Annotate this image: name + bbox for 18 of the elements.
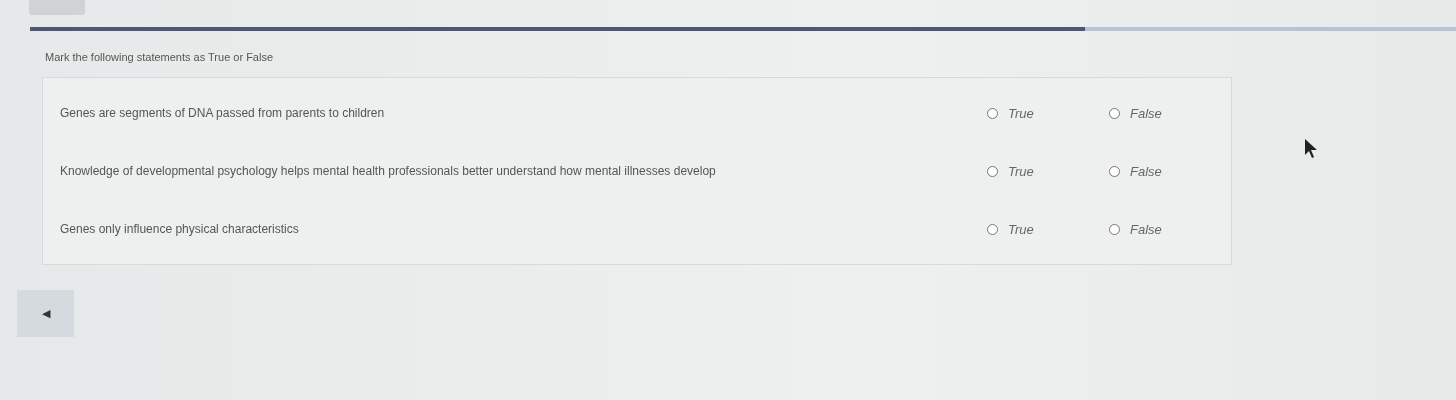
radio-option[interactable]: True bbox=[987, 163, 1109, 179]
statement-text: Genes are segments of DNA passed from parents to children bbox=[60, 106, 386, 120]
statement-text: Genes only influence physical characteristics bbox=[60, 222, 300, 236]
radio-button[interactable] bbox=[1109, 107, 1120, 119]
radio-option[interactable]: True bbox=[987, 221, 1109, 237]
radio-button[interactable] bbox=[1109, 223, 1120, 235]
radio-button[interactable] bbox=[987, 165, 998, 177]
radio-option[interactable]: False bbox=[1109, 163, 1231, 179]
radio-button[interactable] bbox=[987, 107, 998, 119]
radio-button[interactable] bbox=[1109, 165, 1120, 177]
mouse-pointer-icon bbox=[1304, 138, 1318, 160]
radio-option[interactable]: False bbox=[1109, 105, 1231, 121]
radio-option[interactable]: False bbox=[1109, 221, 1231, 237]
radio-option[interactable]: True bbox=[987, 105, 1109, 121]
back-button[interactable]: ◀ bbox=[17, 290, 74, 337]
radio-button[interactable] bbox=[987, 223, 998, 235]
statement-text: Knowledge of developmental psychology helps mental health professionals better understand how mental illnesses develop bbox=[60, 164, 717, 178]
instruction-text: Mark the following statements as True or False bbox=[45, 51, 275, 63]
